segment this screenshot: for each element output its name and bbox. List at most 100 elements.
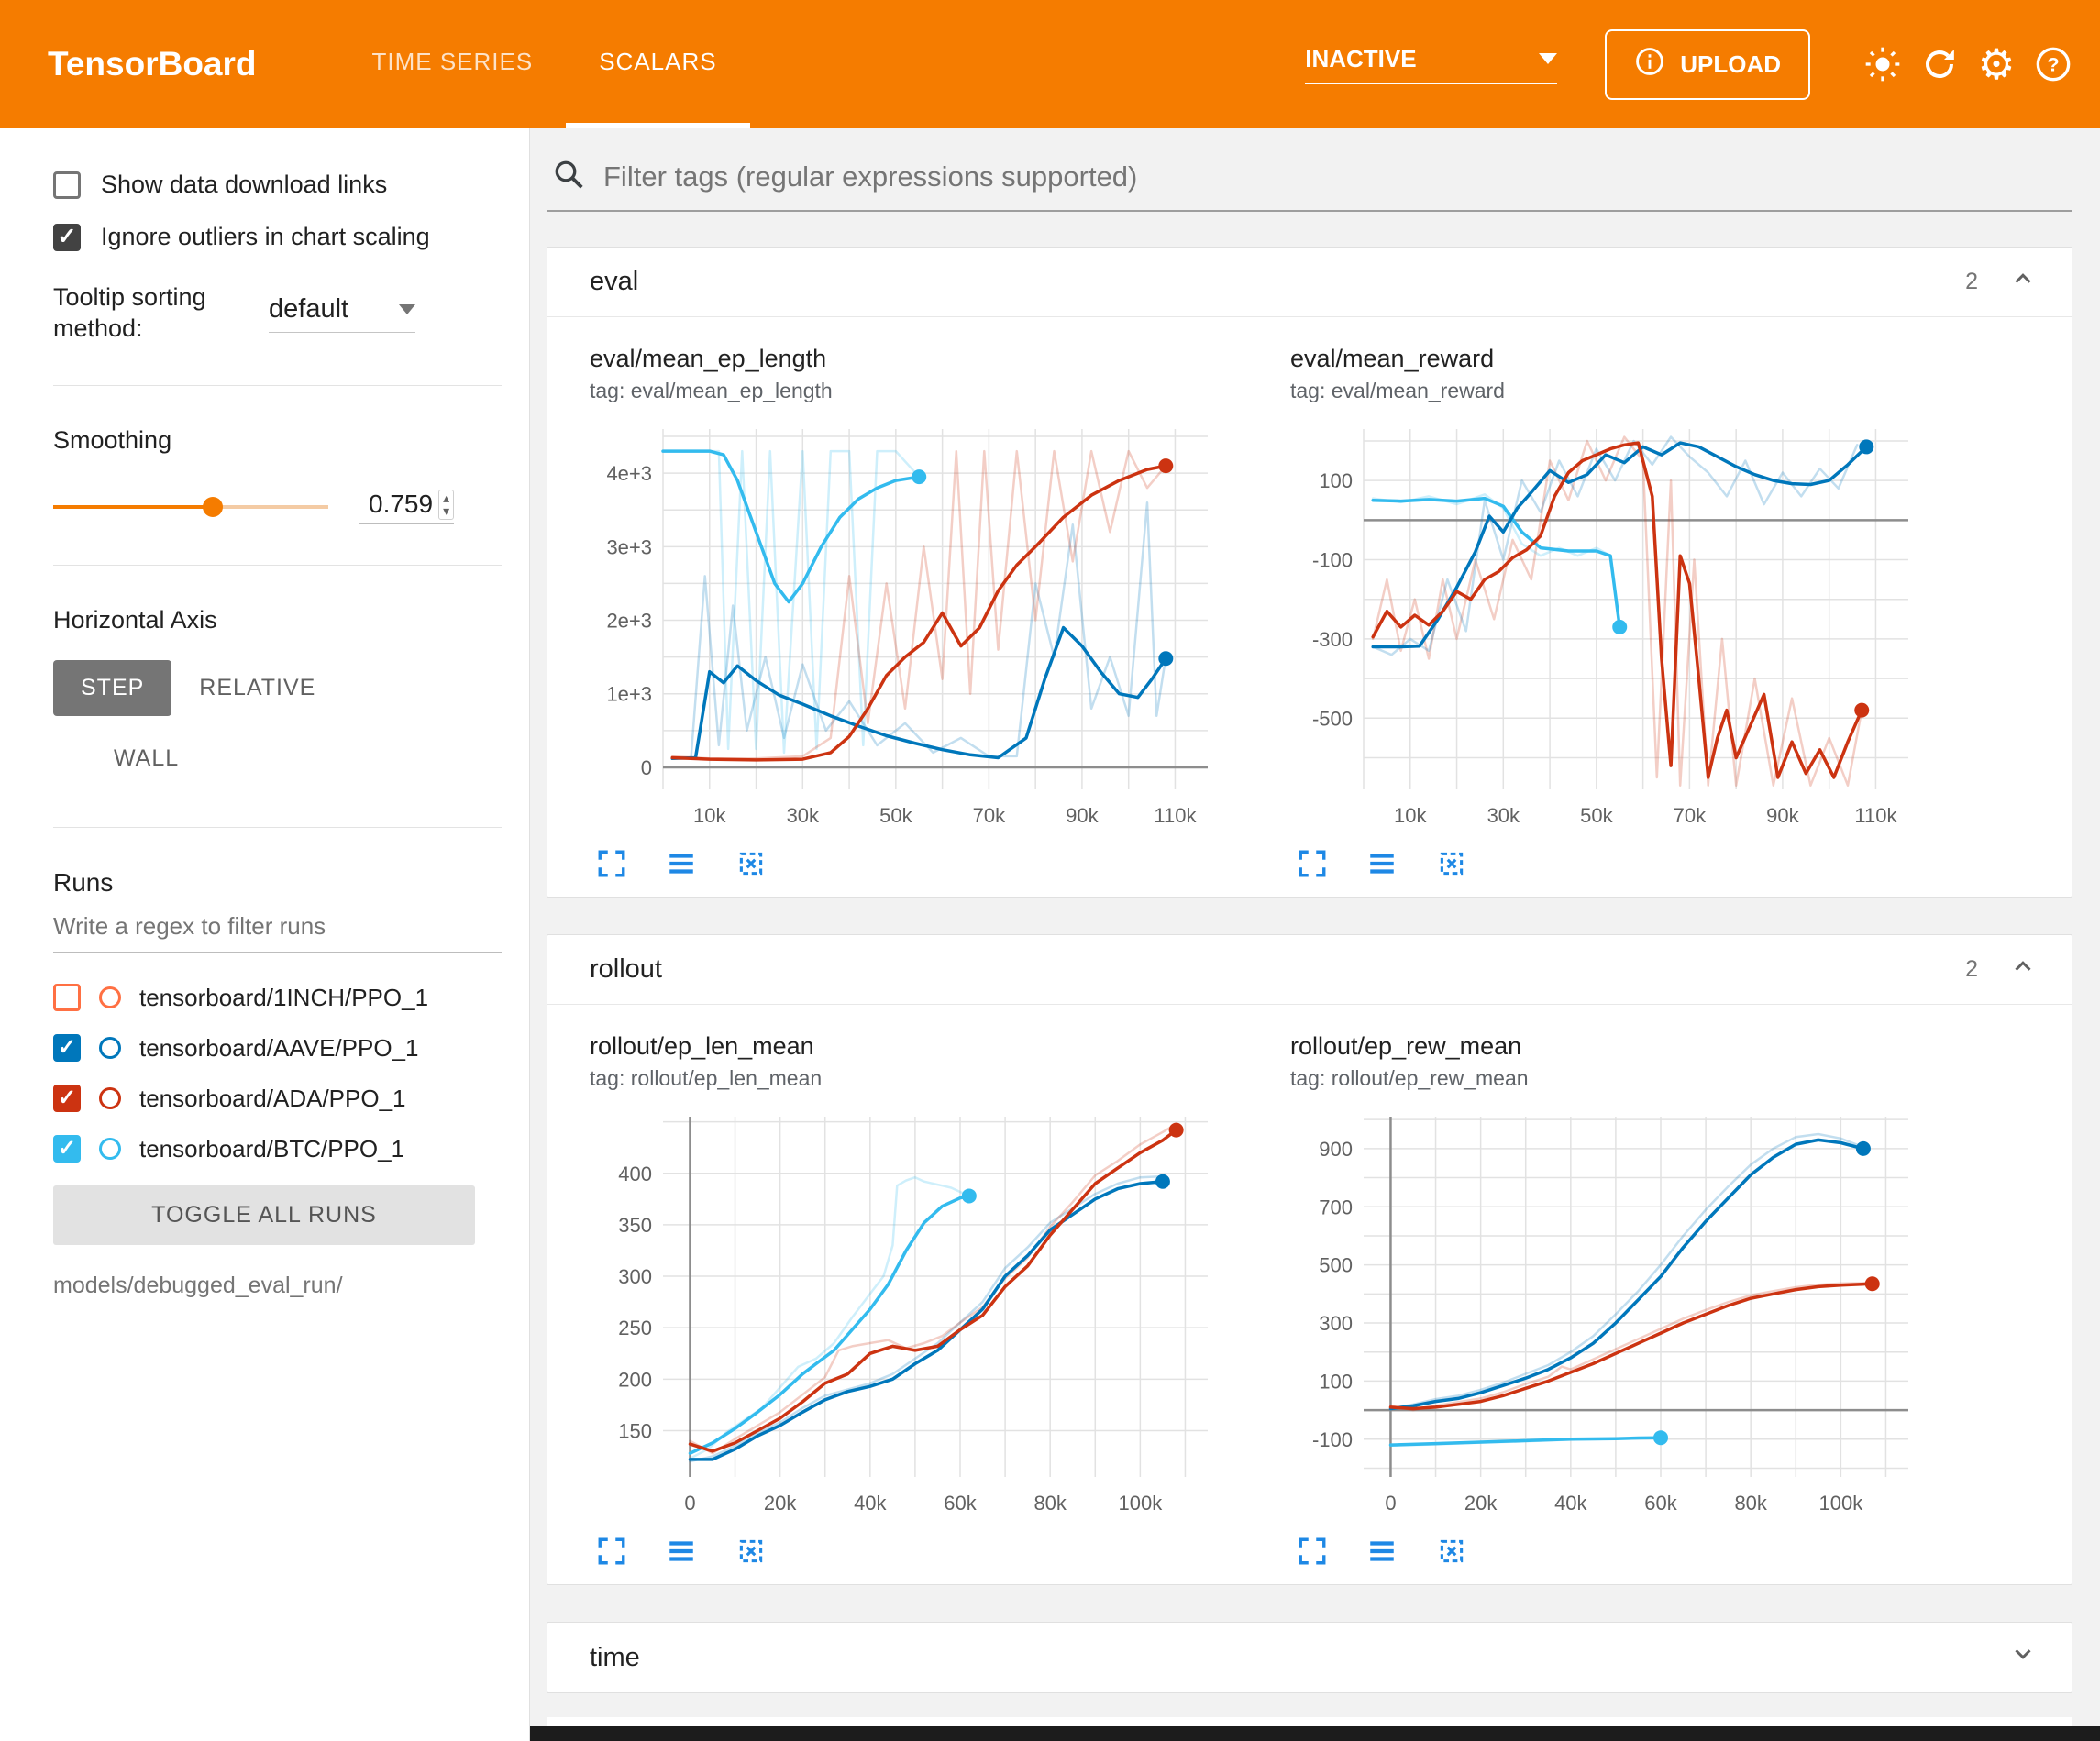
chart-tag: tag: eval/mean_reward [1290,379,1932,403]
show-download-links-row[interactable]: ✓ Show data download links [53,171,502,199]
svg-text:110k: 110k [1854,804,1897,827]
toggle-all-runs-button[interactable]: TOGGLE ALL RUNS [53,1185,475,1245]
chart-canvas[interactable]: .tick{font:22px "Liberation Sans",sans-s… [590,416,1232,838]
runs-table-icon[interactable] [663,1533,700,1570]
run-color-swatch[interactable] [99,986,121,1008]
svg-text:20k: 20k [764,1492,797,1515]
show-download-links-label: Show data download links [101,171,387,199]
smoothing-slider[interactable] [53,493,328,521]
tab-scalars[interactable]: SCALARS [566,0,749,128]
svg-text:2e+3: 2e+3 [606,610,652,633]
svg-text:900: 900 [1319,1138,1353,1161]
svg-text:500: 500 [1319,1254,1353,1277]
svg-text:300: 300 [1319,1312,1353,1335]
runs-table-icon[interactable] [1364,1533,1400,1570]
show-download-links-checkbox[interactable]: ✓ [53,171,81,199]
chevron-up-icon[interactable] [2009,265,2037,300]
svg-text:700: 700 [1319,1196,1353,1218]
svg-text:60k: 60k [944,1492,977,1515]
card-eval-header[interactable]: eval 2 [547,248,2072,317]
chart-title: rollout/ep_rew_mean [1290,1032,1932,1061]
refresh-icon[interactable] [1911,36,1968,93]
runs-table-icon[interactable] [1364,845,1400,882]
axis-wall-button[interactable]: WALL [86,731,206,787]
runs-table-icon[interactable] [663,845,700,882]
settings-gear-icon[interactable]: ⚙ [1968,36,2025,93]
card-rollout-header[interactable]: rollout 2 [547,935,2072,1005]
ignore-outliers-row[interactable]: ✓ Ignore outliers in chart scaling [53,223,502,251]
chart-canvas[interactable]: .tick{font:22px "Liberation Sans",sans-s… [590,1104,1232,1526]
axis-relative-button[interactable]: RELATIVE [171,660,343,716]
smoothing-value-field[interactable]: 0.759 ▴▾ [359,490,454,524]
dashboard-main: eval 2 eval/mean_ep_length tag: eval/mea… [530,128,2100,1741]
svg-text:0: 0 [684,1492,695,1515]
svg-text:?: ? [2047,53,2059,76]
svg-text:40k: 40k [854,1492,887,1515]
svg-text:100k: 100k [1119,1492,1164,1515]
svg-text:80k: 80k [1734,1492,1767,1515]
chart-title: eval/mean_reward [1290,345,1932,373]
svg-text:300: 300 [618,1265,652,1288]
tooltip-sorting-label: Tooltip sorting method: [53,282,241,345]
expand-chart-icon[interactable] [1294,845,1331,882]
runs-label: Runs [53,868,502,898]
svg-text:400: 400 [618,1163,652,1185]
svg-text:40k: 40k [1554,1492,1587,1515]
svg-text:0: 0 [1385,1492,1396,1515]
tooltip-sorting-select[interactable]: default [269,294,415,333]
brightness-icon[interactable] [1854,36,1911,93]
run-row: ✓ tensorboard/1INCH/PPO_1 [53,984,502,1012]
divider [53,827,502,828]
expand-chart-icon[interactable] [1294,1533,1331,1570]
smoothing-slider-thumb[interactable] [203,497,223,517]
svg-text:110k: 110k [1154,804,1197,827]
smoothing-stepper[interactable]: ▴▾ [438,490,454,520]
run-checkbox[interactable]: ✓ [53,984,81,1011]
run-color-swatch[interactable] [99,1087,121,1109]
run-row: ✓ tensorboard/AAVE/PPO_1 [53,1034,502,1063]
run-checkbox[interactable]: ✓ [53,1085,81,1112]
card-time-header[interactable]: time [547,1623,2072,1692]
svg-text:-300: -300 [1312,628,1353,651]
svg-text:100: 100 [1319,1370,1353,1393]
run-row: ✓ tensorboard/ADA/PPO_1 [53,1085,502,1113]
chevron-down-icon[interactable] [2009,1640,2037,1675]
ignore-outliers-checkbox[interactable]: ✓ [53,224,81,251]
chevron-down-icon [1539,53,1557,64]
expand-chart-icon[interactable] [593,1533,630,1570]
help-icon[interactable]: ? [2025,36,2082,93]
svg-text:50k: 50k [1580,804,1613,827]
svg-text:4e+3: 4e+3 [606,462,652,485]
svg-text:100: 100 [1319,469,1353,492]
svg-text:60k: 60k [1644,1492,1677,1515]
chart-canvas[interactable]: .tick{font:22px "Liberation Sans",sans-s… [1290,416,1932,838]
fit-domain-icon[interactable] [1433,1533,1470,1570]
svg-text:30k: 30k [787,804,820,827]
svg-text:20k: 20k [1464,1492,1498,1515]
expand-chart-icon[interactable] [593,845,630,882]
run-color-swatch[interactable] [99,1138,121,1160]
run-name: tensorboard/1INCH/PPO_1 [139,984,428,1012]
smoothing-value[interactable]: 0.759 [359,490,438,519]
chart-canvas[interactable]: .tick{font:22px "Liberation Sans",sans-s… [1290,1104,1932,1526]
svg-text:200: 200 [618,1368,652,1391]
upload-button[interactable]: UPLOAD [1605,29,1810,100]
status-dropdown-value: INACTIVE [1305,45,1416,73]
card-eval: eval 2 eval/mean_ep_length tag: eval/mea… [547,247,2072,898]
filter-tags-row [547,152,2072,212]
chevron-up-icon[interactable] [2009,953,2037,987]
run-color-swatch[interactable] [99,1037,121,1059]
svg-text:10k: 10k [1394,804,1427,827]
filter-tags-input[interactable] [603,160,2069,193]
svg-text:70k: 70k [973,804,1006,827]
fit-domain-icon[interactable] [733,1533,769,1570]
run-checkbox[interactable]: ✓ [53,1135,81,1163]
axis-step-button[interactable]: STEP [53,660,171,716]
tab-time-series[interactable]: TIME SERIES [339,0,567,128]
fit-domain-icon[interactable] [733,845,769,882]
svg-text:0: 0 [641,756,652,779]
status-dropdown[interactable]: INACTIVE [1305,45,1557,84]
run-checkbox[interactable]: ✓ [53,1034,81,1062]
runs-filter-input[interactable] [53,898,502,953]
fit-domain-icon[interactable] [1433,845,1470,882]
